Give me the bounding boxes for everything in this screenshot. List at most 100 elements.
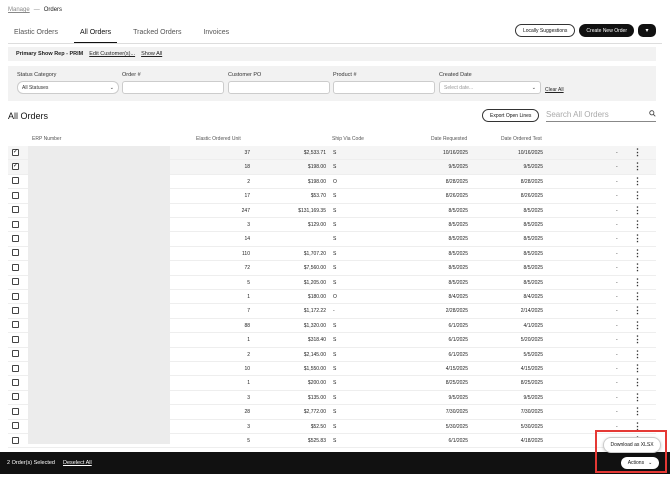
locally-suggestions-button[interactable]: Locally Suggestions [514, 24, 576, 37]
product-filter: Product # [333, 72, 435, 94]
row-checkbox[interactable] [12, 292, 19, 300]
more-options-icon[interactable]: ⋮ [633, 406, 642, 416]
more-options-icon[interactable]: ⋮ [633, 262, 642, 272]
tab-all-orders[interactable]: All Orders [73, 25, 118, 43]
row-checkbox[interactable]: ✓ [12, 162, 19, 170]
more-options-icon[interactable]: ⋮ [633, 176, 642, 186]
row-checkbox[interactable] [12, 220, 19, 228]
ordered-unit-cell: 17 [244, 193, 250, 200]
date-ordered-cell: 7/30/2025 [520, 409, 543, 416]
date-requested-cell: 8/5/2025 [448, 222, 468, 228]
ship-via-cell: O [333, 178, 337, 185]
clear-all-link[interactable]: Clear All [545, 87, 564, 93]
order-number-input[interactable] [122, 81, 224, 94]
column-header-erp[interactable]: ERP Number [32, 136, 61, 142]
edit-customers-link[interactable]: Edit Customer(s)... [89, 51, 135, 57]
more-options-icon[interactable]: ⋮ [633, 277, 642, 287]
more-options-icon[interactable]: ⋮ [633, 334, 642, 344]
date-requested-cell: 8/28/2025 [445, 178, 468, 185]
rep-title: Primary Show Rep - PRIM [16, 51, 84, 57]
more-options-icon[interactable]: ⋮ [633, 377, 642, 387]
create-new-order-button[interactable]: Create New Order [579, 24, 634, 37]
status-dash: - [616, 423, 618, 430]
status-dash: - [616, 409, 618, 416]
product-number-input[interactable] [333, 81, 435, 94]
amount-cell: $131,169.35 [298, 207, 326, 214]
more-options-icon[interactable]: ⋮ [633, 363, 642, 373]
amount-cell: $1,205.00 [303, 279, 326, 286]
row-checkbox[interactable] [12, 306, 19, 314]
row-checkbox[interactable] [12, 335, 19, 343]
breadcrumb-manage-link[interactable]: Manage [8, 7, 30, 13]
row-checkbox[interactable] [12, 422, 19, 430]
row-checkbox[interactable] [12, 234, 19, 242]
row-checkbox[interactable] [12, 364, 19, 372]
more-options-icon[interactable]: ⋮ [633, 320, 642, 330]
amount-cell: $2,145.00 [303, 351, 326, 358]
row-checkbox[interactable] [12, 177, 19, 185]
more-options-icon[interactable]: ⋮ [633, 233, 642, 243]
row-checkbox[interactable] [12, 436, 19, 444]
tab-invoices[interactable]: Invoices [197, 25, 235, 43]
status-select-value: All Statuses [22, 84, 49, 91]
amount-cell: $180.00 [307, 294, 326, 300]
more-options-icon[interactable]: ⋮ [633, 147, 642, 157]
more-options-icon[interactable]: ⋮ [633, 392, 642, 402]
row-checkbox[interactable] [12, 263, 19, 271]
ship-via-cell: S [333, 193, 337, 200]
date-requested-cell: 8/26/2025 [445, 193, 468, 200]
tab-elastic-orders[interactable]: Elastic Orders [8, 25, 64, 43]
export-open-lines-button[interactable]: Export Open Lines [482, 109, 540, 122]
row-checkbox[interactable] [12, 393, 19, 401]
amount-cell: $198.00 [307, 164, 326, 171]
date-requested-cell: 8/4/2025 [448, 294, 468, 300]
date-ordered-cell: 8/5/2025 [523, 236, 543, 243]
date-requested-cell: 6/1/2025 [448, 337, 468, 344]
customer-po-input[interactable] [228, 81, 330, 94]
row-checkbox[interactable] [12, 249, 19, 257]
more-options-icon[interactable]: ⋮ [633, 305, 642, 315]
show-all-link[interactable]: Show All [141, 51, 162, 57]
more-options-icon[interactable]: ⋮ [633, 161, 642, 171]
amount-cell: $2,772.00 [303, 409, 326, 416]
ship-via-cell: S [333, 438, 337, 444]
row-checkbox[interactable] [12, 278, 19, 286]
date-requested-cell: 6/1/2025 [448, 438, 468, 444]
column-header-requested[interactable]: Date Requested [431, 136, 467, 142]
date-requested-cell: 6/1/2025 [448, 351, 468, 358]
status-dash: - [616, 351, 618, 358]
column-header-ordered[interactable]: Date Ordered Test [501, 136, 542, 142]
row-checkbox[interactable] [12, 206, 19, 214]
row-checkbox[interactable] [12, 407, 19, 415]
search-input[interactable] [546, 110, 641, 119]
deselect-all-link[interactable]: Deselect All [63, 460, 92, 466]
ship-via-cell: O [333, 294, 337, 300]
row-checkbox[interactable] [12, 191, 19, 199]
tab-tracked-orders[interactable]: Tracked Orders [127, 25, 187, 43]
row-checkbox[interactable] [12, 378, 19, 386]
amount-cell: $1,707.20 [303, 250, 326, 257]
more-options-icon[interactable]: ⋮ [633, 219, 642, 229]
top-actions: Locally Suggestions Create New Order ▾ [514, 24, 656, 37]
ordered-unit-cell: 3 [247, 423, 250, 430]
column-header-elastic[interactable]: Elastic Ordered Unit [196, 136, 241, 142]
more-options-icon[interactable]: ⋮ [633, 248, 642, 258]
row-checkbox[interactable] [12, 321, 19, 329]
chevron-down-icon[interactable]: ▾ [638, 24, 656, 37]
status-select[interactable]: All Statuses ⌄ [17, 81, 119, 94]
date-ordered-cell: 8/28/2025 [520, 178, 543, 185]
more-options-icon[interactable]: ⋮ [633, 349, 642, 359]
row-checkbox[interactable] [12, 350, 19, 358]
more-options-icon[interactable]: ⋮ [633, 190, 642, 200]
search-icon[interactable] [649, 110, 656, 119]
more-options-icon[interactable]: ⋮ [633, 205, 642, 215]
created-date-picker[interactable]: Select date... ⌄ [439, 81, 541, 94]
ship-via-cell: S [333, 322, 337, 329]
filters-panel: Status Category All Statuses ⌄ Order # C… [8, 66, 656, 101]
more-options-icon[interactable]: ⋮ [633, 291, 642, 301]
status-dash: - [616, 178, 618, 185]
row-checkbox[interactable]: ✓ [12, 148, 19, 156]
ordered-unit-cell: 28 [244, 409, 250, 416]
column-header-ship[interactable]: Ship Via Code [332, 136, 364, 142]
ordered-unit-cell: 18 [244, 164, 250, 171]
